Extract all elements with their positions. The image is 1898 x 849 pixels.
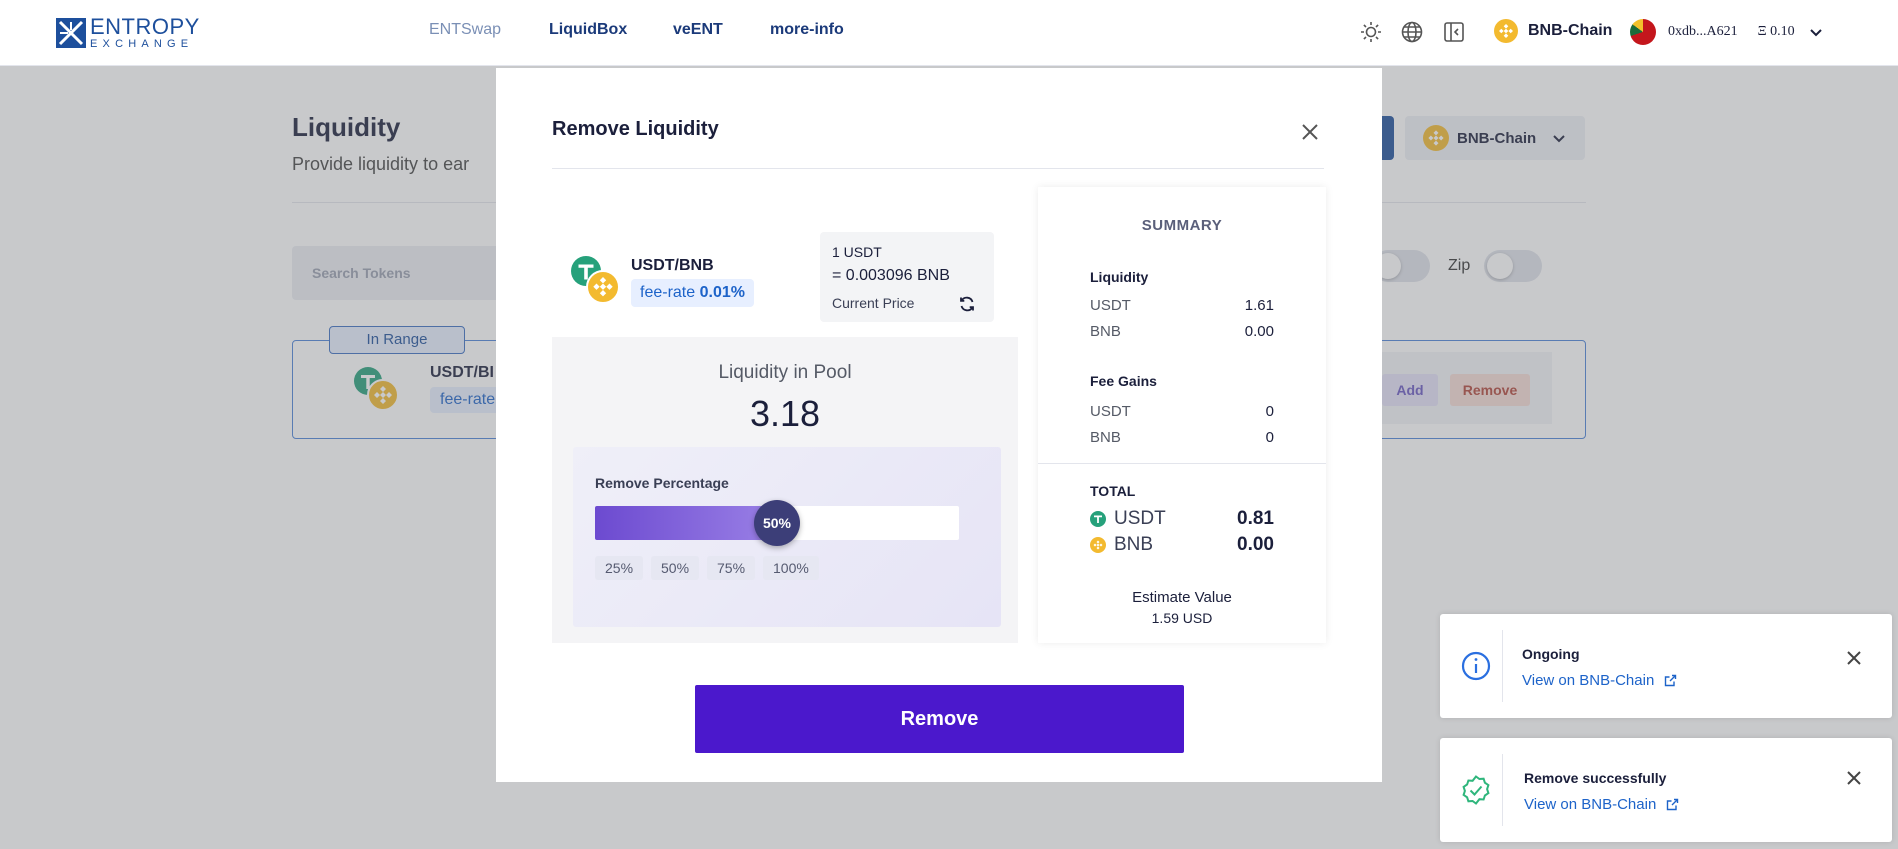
- total-heading: TOTAL: [1090, 483, 1136, 499]
- entropy-logo-icon: [56, 18, 86, 48]
- avatar: [1630, 19, 1656, 45]
- sidebar-collapse-icon[interactable]: [1442, 20, 1466, 44]
- wallet-balance: Ξ 0.10: [1757, 24, 1795, 39]
- token-pair-icon: [571, 256, 620, 304]
- token-name: BNB: [1114, 534, 1154, 555]
- wallet-address: 0xdb...A621: [1668, 24, 1738, 39]
- percentage-slider[interactable]: 50%: [595, 500, 959, 546]
- link-label: View on BNB-Chain: [1524, 796, 1657, 813]
- price-label: Current Price: [832, 295, 915, 311]
- nav-more-info[interactable]: more-info: [770, 21, 844, 39]
- token-name: BNB: [1090, 429, 1121, 446]
- fee-row-bnb: BNB 0: [1090, 429, 1274, 446]
- top-navigation: ENTROPY EXCHANGE ENTSwap LiquidBox veENT…: [0, 0, 1898, 66]
- token-name: USDT: [1090, 403, 1131, 420]
- fee-gains-heading: Fee Gains: [1090, 373, 1157, 389]
- bnb-icon: [1494, 19, 1518, 43]
- pair-name: USDT/BNB: [631, 257, 714, 274]
- token-amount: 0.00: [1237, 534, 1274, 555]
- external-link-icon: [1667, 798, 1679, 811]
- price-quote: = 0.003096 BNB: [832, 267, 950, 284]
- entropy-logo[interactable]: ENTROPY EXCHANGE: [56, 16, 200, 50]
- divider: [1502, 630, 1503, 702]
- chain-selector-label: BNB-Chain: [1528, 22, 1613, 39]
- close-icon[interactable]: [1844, 768, 1864, 788]
- liquidity-heading: Liquidity: [1090, 269, 1149, 285]
- summary-title: SUMMARY: [1141, 217, 1223, 234]
- globe-icon[interactable]: [1400, 20, 1424, 44]
- quick-100-button[interactable]: 100%: [763, 556, 819, 580]
- price-base: 1 USDT: [832, 244, 882, 260]
- pair-header: USDT/BNB fee-rate 0.01% 1 USDT = 0.00309…: [552, 187, 1018, 337]
- divider: [1502, 754, 1503, 826]
- percentage-slider-thumb[interactable]: 50%: [754, 500, 800, 546]
- view-on-explorer-link[interactable]: View on BNB-Chain: [1524, 796, 1679, 813]
- nav-veent[interactable]: veENT: [673, 21, 723, 39]
- nav-liquidbox[interactable]: LiquidBox: [549, 21, 627, 39]
- fee-rate-value: 0.01%: [699, 284, 745, 301]
- toast-success: Remove successfully View on BNB-Chain: [1440, 738, 1892, 842]
- divider: [552, 168, 1324, 169]
- info-icon: [1461, 651, 1491, 681]
- percentage-slider-fill: [595, 506, 777, 540]
- token-amount: 0: [1265, 429, 1274, 446]
- view-on-explorer-link[interactable]: View on BNB-Chain: [1522, 672, 1677, 689]
- remove-button[interactable]: Remove: [695, 685, 1184, 753]
- toast-title: Remove successfully: [1524, 770, 1667, 786]
- current-price-box: 1 USDT = 0.003096 BNB Current Price: [820, 232, 994, 322]
- toast-title: Ongoing: [1522, 646, 1580, 662]
- token-amount: 0: [1265, 403, 1274, 420]
- total-row-usdt: USDT 0.81: [1090, 508, 1274, 530]
- divider: [1038, 463, 1326, 464]
- fee-row-usdt: USDT 0: [1090, 403, 1274, 420]
- token-amount: 0.81: [1237, 508, 1274, 529]
- quick-75-button[interactable]: 75%: [707, 556, 756, 580]
- estimate-label: Estimate Value: [1132, 589, 1232, 606]
- remove-percentage-box: Remove Percentage 50% 25% 50% 75% 100%: [573, 447, 1001, 627]
- success-badge-icon: [1462, 775, 1490, 805]
- close-icon[interactable]: [1296, 118, 1324, 146]
- pool-liquidity-value: 3.18: [749, 393, 821, 434]
- fee-rate-badge: fee-rate 0.01%: [631, 279, 754, 307]
- summary-panel: SUMMARY Liquidity USDT 1.61 BNB 0.00 Fee…: [1038, 187, 1326, 643]
- sun-icon[interactable]: [1359, 20, 1383, 44]
- external-link-icon: [1665, 674, 1677, 687]
- toast-ongoing: Ongoing View on BNB-Chain: [1440, 614, 1892, 718]
- refresh-icon[interactable]: [958, 295, 976, 313]
- link-label: View on BNB-Chain: [1522, 672, 1655, 689]
- nav-entswap[interactable]: ENTSwap: [429, 21, 501, 39]
- estimate-value: 1.59 USD: [1151, 610, 1213, 626]
- token-amount: 0.00: [1244, 323, 1274, 340]
- close-icon[interactable]: [1844, 648, 1864, 668]
- usdt-icon: [1090, 511, 1106, 527]
- brand-name: ENTROPY: [90, 14, 200, 39]
- token-name: USDT: [1114, 508, 1166, 529]
- liquidity-row-usdt: USDT 1.61: [1090, 297, 1274, 314]
- brand-subname: EXCHANGE: [90, 38, 194, 50]
- quick-25-button[interactable]: 25%: [595, 556, 644, 580]
- pool-liquidity-label: Liquidity in Pool: [718, 362, 852, 383]
- chevron-down-icon: [1809, 29, 1822, 37]
- quick-50-button[interactable]: 50%: [651, 556, 700, 580]
- token-name: BNB: [1090, 323, 1121, 340]
- pool-panel: USDT/BNB fee-rate 0.01% 1 USDT = 0.00309…: [552, 187, 1018, 643]
- wallet-button[interactable]: 0xdb...A621 Ξ 0.10: [1630, 19, 1823, 45]
- total-row-bnb: BNB 0.00: [1090, 534, 1274, 556]
- token-name: USDT: [1090, 297, 1131, 314]
- modal-title: Remove Liquidity: [552, 118, 719, 140]
- token-amount: 1.61: [1244, 297, 1274, 314]
- liquidity-row-bnb: BNB 0.00: [1090, 323, 1274, 340]
- bnb-icon: [1090, 537, 1106, 553]
- remove-percentage-label: Remove Percentage: [595, 475, 729, 491]
- remove-liquidity-modal: Remove Liquidity USDT/BNB fee-rate 0.01%…: [496, 68, 1382, 782]
- chain-selector[interactable]: BNB-Chain: [1494, 19, 1612, 43]
- fee-rate-label: fee-rate: [640, 284, 696, 301]
